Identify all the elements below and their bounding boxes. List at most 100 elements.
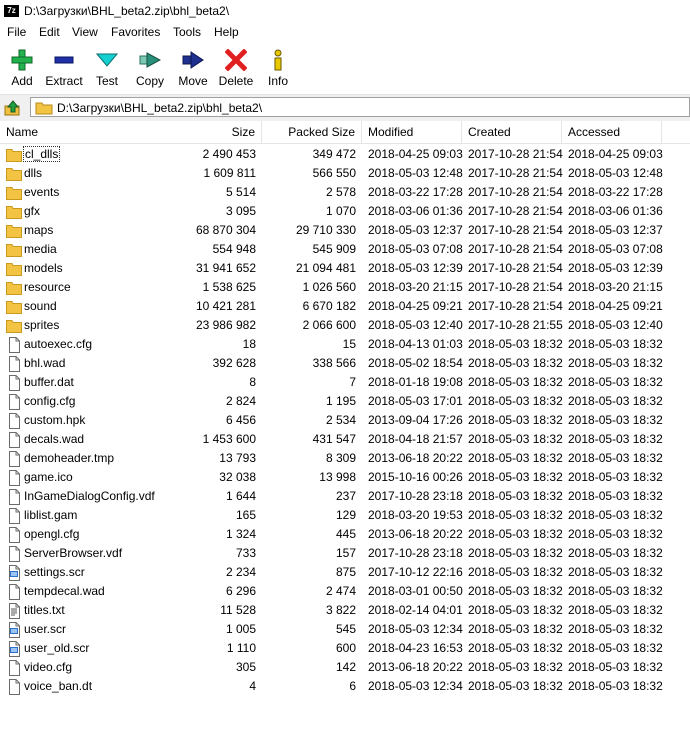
table-row[interactable]: InGameDialogConfig.vdf 1 644 237 2017-10-28… <box>0 487 690 506</box>
table-row[interactable]: user.scr 1 005 545 2018-05-03 12:34 2018-05-… <box>0 620 690 639</box>
table-row[interactable]: sound 10 421 281 6 670 182 2018-04-25 09:21… <box>0 297 690 316</box>
file-name: dlls <box>24 164 42 183</box>
table-row[interactable]: user_old.scr 1 110 600 2018-04-23 16:53 2018… <box>0 639 690 658</box>
file-size-text: 6 456 <box>225 413 256 427</box>
col-packed-size[interactable]: Packed Size <box>262 121 362 143</box>
file-icon <box>6 394 22 410</box>
file-name: autoexec.cfg <box>24 335 92 354</box>
delete-button[interactable]: Delete <box>214 45 258 91</box>
file-created-text: 2017-10-28 21:55 <box>468 318 563 332</box>
table-row[interactable]: maps 68 870 304 29 710 330 2018-05-03 12:37… <box>0 221 690 240</box>
table-row[interactable]: sprites 23 986 982 2 066 600 2018-05-03 12:… <box>0 316 690 335</box>
file-accessed-text: 2018-05-03 18:32 <box>568 451 663 465</box>
delete-label: Delete <box>218 74 254 88</box>
table-row[interactable]: gfx 3 095 1 070 2018-03-06 01:36 2017-10-28 … <box>0 202 690 221</box>
file-name: maps <box>24 221 53 240</box>
test-button[interactable]: Test <box>85 45 129 91</box>
file-size: 13 793 <box>190 449 256 468</box>
address-field[interactable]: D:\Загрузки\BHL_beta2.zip\bhl_beta2\ <box>30 97 690 117</box>
file-created-text: 2018-05-03 18:32 <box>468 622 563 636</box>
col-modified[interactable]: Modified <box>362 121 462 143</box>
file-packed-size: 29 710 330 <box>262 221 356 240</box>
extract-button[interactable]: Extract <box>42 45 86 91</box>
copy-button[interactable]: Copy <box>128 45 172 91</box>
file-accessed-text: 2018-05-03 18:32 <box>568 546 663 560</box>
table-row[interactable]: ServerBrowser.vdf 733 157 2017-10-28 23:18 2… <box>0 544 690 563</box>
info-button[interactable]: Info <box>256 45 300 91</box>
file-name: events <box>24 183 59 202</box>
table-row[interactable]: dlls 1 609 811 566 550 2018-05-03 12:48 2017… <box>0 164 690 183</box>
file-created: 2017-10-28 21:54 <box>468 240 563 259</box>
table-row[interactable]: cl_dlls 2 490 453 349 472 2018-04-25 09:03 2… <box>0 145 690 164</box>
table-row[interactable]: settings.scr 2 234 875 2017-10-12 22:16 2018… <box>0 563 690 582</box>
file-modified: 2018-03-01 00:50 <box>368 582 463 601</box>
table-row[interactable]: custom.hpk 6 456 2 534 2013-09-04 17:26 2018… <box>0 411 690 430</box>
table-row[interactable]: decals.wad 1 453 600 431 547 2018-04-18 21:… <box>0 430 690 449</box>
table-row[interactable]: autoexec.cfg 18 15 2018-04-13 01:03 2018-05-… <box>0 335 690 354</box>
menu-tools[interactable]: Tools <box>173 25 201 39</box>
file-name: liblist.gam <box>24 506 77 525</box>
file-name-text: resource <box>24 280 71 294</box>
table-row[interactable]: video.cfg 305 142 2013-06-18 20:22 2018-05-0… <box>0 658 690 677</box>
file-created: 2017-10-28 21:54 <box>468 221 563 240</box>
file-modified: 2018-03-20 21:15 <box>368 278 463 297</box>
file-name-text: bhl.wad <box>24 356 66 370</box>
table-row[interactable]: tempdecal.wad 6 296 2 474 2018-03-01 00:50 2… <box>0 582 690 601</box>
file-modified-text: 2017-10-28 23:18 <box>368 546 463 560</box>
title-bar: 7z D:\Загрузки\BHL_beta2.zip\bhl_beta2\ <box>0 0 690 22</box>
table-row[interactable]: buffer.dat 8 7 2018-01-18 19:08 2018-05-03 1… <box>0 373 690 392</box>
file-accessed: 2018-05-03 18:32 <box>568 468 663 487</box>
file-packed-size: 3 822 <box>262 601 356 620</box>
file-packed-size-text: 1 195 <box>325 394 356 408</box>
table-row[interactable]: voice_ban.dt 4 6 2018-05-03 12:34 2018-05-03… <box>0 677 690 696</box>
file-created: 2018-05-03 18:32 <box>468 677 563 696</box>
file-modified: 2018-04-25 09:03 <box>368 145 463 164</box>
table-row[interactable]: titles.txt 11 528 3 822 2018-02-14 04:01 201… <box>0 601 690 620</box>
menu-favorites[interactable]: Favorites <box>111 25 160 39</box>
file-created: 2018-05-03 18:32 <box>468 601 563 620</box>
table-row[interactable]: opengl.cfg 1 324 445 2013-06-18 20:22 2018-0… <box>0 525 690 544</box>
file-packed-size-text: 21 094 481 <box>295 261 356 275</box>
file-packed-size: 2 534 <box>262 411 356 430</box>
up-folder-button[interactable] <box>4 99 22 117</box>
file-accessed-text: 2018-05-03 07:08 <box>568 242 663 256</box>
file-name: opengl.cfg <box>24 525 79 544</box>
file-name-text: media <box>24 242 57 256</box>
table-row[interactable]: media 554 948 545 909 2018-05-03 07:08 2017-… <box>0 240 690 259</box>
table-row[interactable]: bhl.wad 392 628 338 566 2018-05-02 18:54 201… <box>0 354 690 373</box>
table-row[interactable]: config.cfg 2 824 1 195 2018-05-03 17:01 2018… <box>0 392 690 411</box>
file-accessed: 2018-05-03 12:48 <box>568 164 663 183</box>
table-row[interactable]: liblist.gam 165 129 2018-03-20 19:53 2018-05… <box>0 506 690 525</box>
table-row[interactable]: resource 1 538 625 1 026 560 2018-03-20 21:… <box>0 278 690 297</box>
folder-icon <box>6 166 22 182</box>
file-modified-text: 2017-10-12 22:16 <box>368 565 463 579</box>
menu-edit[interactable]: Edit <box>39 25 60 39</box>
table-row[interactable]: models 31 941 652 21 094 481 2018-05-03 12:… <box>0 259 690 278</box>
file-created: 2017-10-28 21:54 <box>468 259 563 278</box>
table-row[interactable]: demoheader.tmp 13 793 8 309 2013-06-18 20:2… <box>0 449 690 468</box>
file-modified-text: 2018-05-03 12:39 <box>368 261 463 275</box>
file-modified-text: 2018-05-03 07:08 <box>368 242 463 256</box>
add-button[interactable]: Add <box>0 45 44 91</box>
menu-file[interactable]: File <box>7 25 26 39</box>
file-modified: 2018-05-03 07:08 <box>368 240 463 259</box>
file-accessed-text: 2018-05-03 18:32 <box>568 470 663 484</box>
col-created[interactable]: Created <box>462 121 562 143</box>
menu-help[interactable]: Help <box>214 25 239 39</box>
file-created-text: 2017-10-28 21:54 <box>468 299 563 313</box>
table-row[interactable]: events 5 514 2 578 2018-03-22 17:28 2017-10-… <box>0 183 690 202</box>
file-size: 23 986 982 <box>190 316 256 335</box>
move-button[interactable]: Move <box>171 45 215 91</box>
col-size[interactable]: Size <box>190 121 262 143</box>
file-packed-size: 2 474 <box>262 582 356 601</box>
file-packed-size-text: 338 566 <box>312 356 356 370</box>
file-accessed: 2018-05-03 07:08 <box>568 240 663 259</box>
file-packed-size-text: 875 <box>335 565 356 579</box>
table-row[interactable]: game.ico 32 038 13 998 2015-10-16 00:26 2018… <box>0 468 690 487</box>
file-size: 1 644 <box>190 487 256 506</box>
menu-view[interactable]: View <box>72 25 98 39</box>
file-modified-text: 2018-05-02 18:54 <box>368 356 463 370</box>
file-created: 2018-05-03 18:32 <box>468 411 563 430</box>
col-accessed[interactable]: Accessed <box>562 121 662 143</box>
file-size: 733 <box>190 544 256 563</box>
